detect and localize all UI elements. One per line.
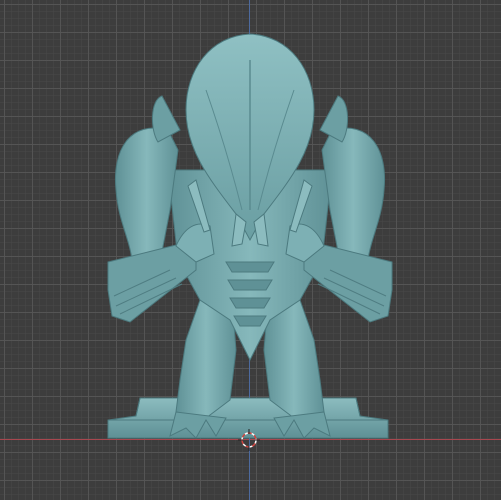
3d-cursor-icon[interactable] (238, 429, 260, 451)
3d-viewport[interactable] (0, 0, 501, 500)
creature-sculpt-model[interactable] (0, 0, 501, 500)
